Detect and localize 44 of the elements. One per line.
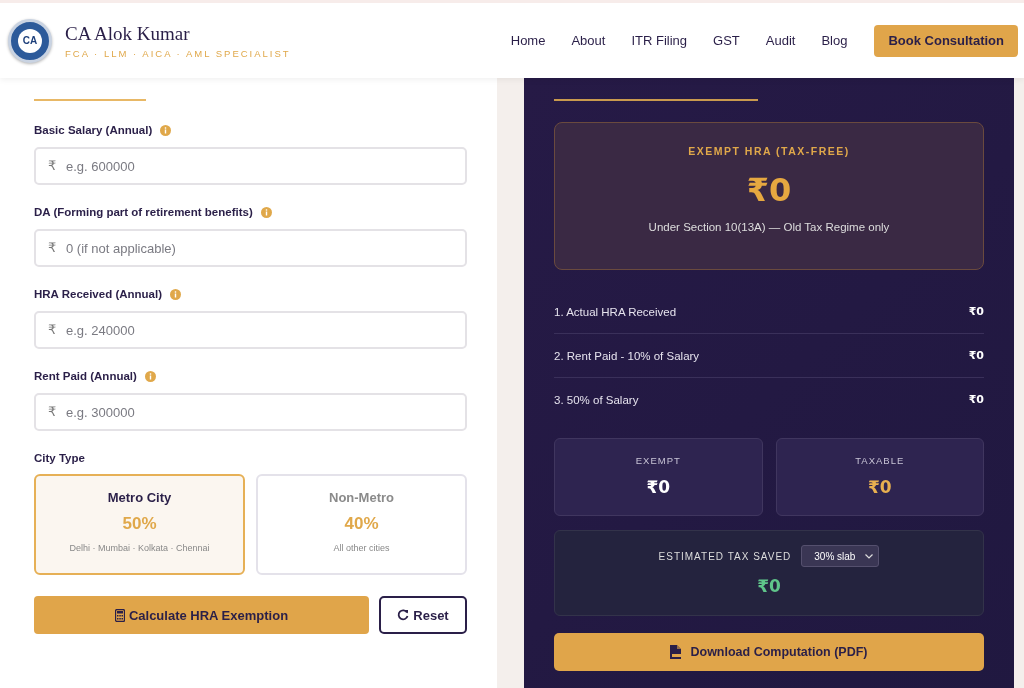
- nav-link[interactable]: About: [558, 33, 619, 48]
- book-consultation-button[interactable]: Book Consultation: [874, 24, 1018, 57]
- site-tagline: FCA · LLM · AICA · AML SPECIALIST: [65, 47, 291, 59]
- currency-symbol: ₹: [48, 158, 57, 174]
- row-value: ₹0: [968, 349, 984, 362]
- city-option[interactable]: Metro City 50% Delhi · Mumbai · Kolkata · Chennai: [34, 474, 245, 575]
- currency-symbol: ₹: [48, 240, 57, 256]
- city-option[interactable]: Non-Metro 40% All other cities: [256, 474, 467, 575]
- download-button[interactable]: Download Computation (PDF): [554, 633, 984, 671]
- row-label: 2. Rent Paid - 10% of Salary: [554, 349, 700, 362]
- result-note: Under Section 10(13A) — Old Tax Regime only: [648, 221, 890, 233]
- logo-icon: CA: [8, 18, 52, 63]
- chevron-down-icon: [865, 553, 874, 559]
- nav-link[interactable]: ITR Filing: [618, 33, 701, 48]
- row-value: ₹0: [968, 305, 984, 318]
- summary-label: TAXABLE: [855, 455, 905, 466]
- reset-button[interactable]: Reset: [379, 596, 467, 634]
- slab-select[interactable]: 30% slab: [801, 545, 880, 567]
- calculate-button[interactable]: Calculate HRA Exemption: [34, 596, 369, 634]
- field-label: HRA Received (Annual): [34, 288, 162, 300]
- nav-link[interactable]: GST: [700, 33, 753, 48]
- field-label: DA (Forming part of retirement benefits): [34, 206, 253, 218]
- currency-symbol: ₹: [48, 404, 57, 420]
- refresh-icon: [397, 609, 410, 621]
- site-title: CA Alok Kumar: [65, 22, 191, 45]
- tax-saved-amount: ₹0: [757, 576, 781, 596]
- result-title: EXEMPT HRA (TAX-FREE): [688, 145, 850, 157]
- calculator-icon: [114, 608, 125, 622]
- currency-symbol: ₹: [48, 322, 57, 338]
- savings-label: ESTIMATED TAX SAVED: [658, 550, 792, 562]
- summary-label: EXEMPT: [635, 455, 681, 466]
- nav-link[interactable]: Audit: [752, 33, 809, 48]
- pdf-file-icon: [670, 645, 683, 659]
- nav-link[interactable]: Blog: [808, 33, 861, 48]
- field-label: Basic Salary (Annual): [34, 124, 153, 136]
- summary-value: ₹0: [867, 477, 892, 497]
- row-label: 3. 50% of Salary: [554, 393, 639, 406]
- exempt-amount: ₹0: [746, 171, 792, 209]
- field-label: Rent Paid (Annual): [34, 370, 137, 382]
- row-value: ₹0: [968, 393, 984, 406]
- row-label: 1. Actual HRA Received: [554, 305, 677, 318]
- field-label: City Type: [34, 452, 85, 464]
- summary-value: ₹0: [646, 477, 671, 497]
- nav-link[interactable]: Home: [497, 33, 559, 48]
